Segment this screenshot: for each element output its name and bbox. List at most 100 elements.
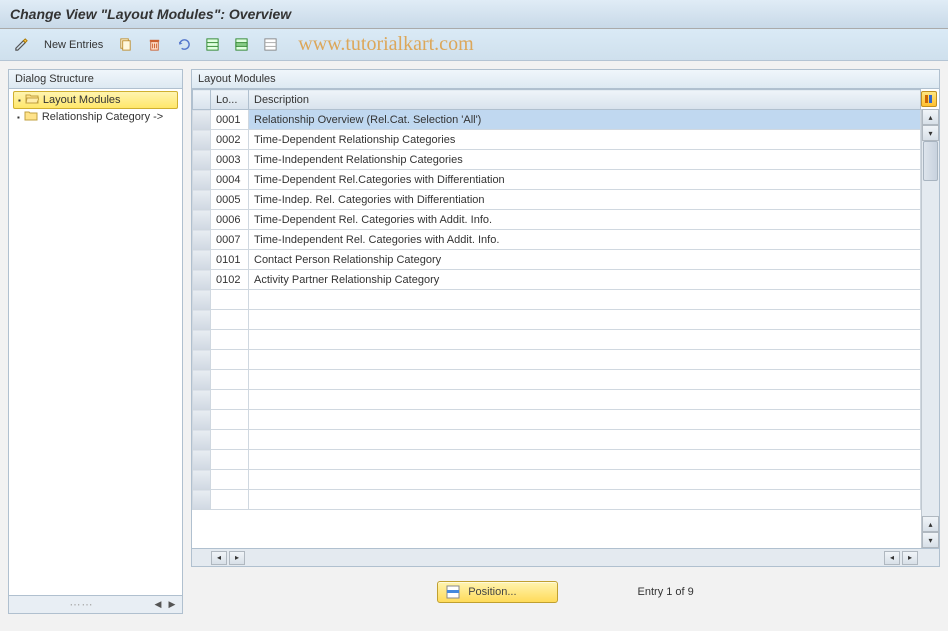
footer-area: Position... Entry 1 of 9: [191, 581, 940, 603]
table-row: [193, 370, 921, 390]
toolbar: New Entries www.tutorialkart.com: [0, 29, 948, 61]
change-mode-icon[interactable]: [8, 34, 35, 55]
folder-closed-icon: [24, 110, 38, 124]
hscroll-left-icon[interactable]: ◀: [152, 599, 164, 611]
watermark-text: www.tutorialkart.com: [298, 33, 473, 56]
select-block-icon[interactable]: [228, 34, 255, 55]
vertical-scrollbar[interactable]: ▴ ▾ ▴ ▾: [921, 109, 939, 548]
row-selector[interactable]: [193, 110, 211, 130]
table-row: [193, 310, 921, 330]
row-selector[interactable]: [193, 330, 211, 350]
cell-lo[interactable]: [211, 470, 249, 490]
row-selector[interactable]: [193, 470, 211, 490]
row-selector[interactable]: [193, 450, 211, 470]
cell-lo[interactable]: [211, 310, 249, 330]
cell-description[interactable]: [249, 290, 921, 310]
cell-lo[interactable]: 0007: [211, 230, 249, 250]
cell-lo[interactable]: [211, 450, 249, 470]
cell-description[interactable]: Time-Independent Relationship Categories: [249, 150, 921, 170]
cell-description[interactable]: Time-Dependent Relationship Categories: [249, 130, 921, 150]
position-button[interactable]: Position...: [437, 581, 557, 603]
row-selector[interactable]: [193, 310, 211, 330]
cell-description[interactable]: Time-Independent Rel. Categories with Ad…: [249, 230, 921, 250]
row-selector[interactable]: [193, 250, 211, 270]
select-all-icon[interactable]: [199, 34, 226, 55]
cell-description[interactable]: [249, 310, 921, 330]
hscroll-left-icon[interactable]: ◂: [884, 551, 900, 565]
row-selector[interactable]: [193, 190, 211, 210]
row-selector[interactable]: [193, 350, 211, 370]
cell-lo[interactable]: 0004: [211, 170, 249, 190]
row-selector[interactable]: [193, 490, 211, 510]
cell-description[interactable]: [249, 490, 921, 510]
new-entries-button[interactable]: New Entries: [37, 35, 110, 55]
tree-item-1[interactable]: ▪Relationship Category ->: [13, 109, 178, 125]
table-row: [193, 350, 921, 370]
cell-lo[interactable]: [211, 410, 249, 430]
cell-description[interactable]: Time-Dependent Rel. Categories with Addi…: [249, 210, 921, 230]
cell-lo[interactable]: 0102: [211, 270, 249, 290]
scroll-track[interactable]: [922, 141, 939, 516]
row-selector[interactable]: [193, 230, 211, 250]
cell-description[interactable]: Time-Indep. Rel. Categories with Differe…: [249, 190, 921, 210]
delete-icon[interactable]: [141, 34, 168, 55]
cell-description[interactable]: Time-Dependent Rel.Categories with Diffe…: [249, 170, 921, 190]
scroll-up-icon[interactable]: ▴: [922, 109, 939, 125]
scroll-down-icon[interactable]: ▾: [922, 532, 939, 548]
cell-lo[interactable]: 0002: [211, 130, 249, 150]
cell-description[interactable]: [249, 330, 921, 350]
table-settings-icon[interactable]: [921, 91, 937, 107]
table-row: [193, 390, 921, 410]
cell-lo[interactable]: [211, 350, 249, 370]
cell-lo[interactable]: [211, 390, 249, 410]
cell-description[interactable]: [249, 350, 921, 370]
cell-lo[interactable]: 0001: [211, 110, 249, 130]
table-row: [193, 290, 921, 310]
hscroll-right-icon[interactable]: ▸: [229, 551, 245, 565]
cell-description[interactable]: [249, 470, 921, 490]
cell-lo[interactable]: [211, 430, 249, 450]
hscroll-right-icon[interactable]: ▶: [166, 599, 178, 611]
scroll-down-icon[interactable]: ▴: [922, 516, 939, 532]
cell-lo[interactable]: 0006: [211, 210, 249, 230]
cell-description[interactable]: Activity Partner Relationship Category: [249, 270, 921, 290]
undo-icon[interactable]: [170, 34, 197, 55]
drag-handle-icon[interactable]: ⋯⋯: [13, 598, 150, 611]
tree-item-0[interactable]: ▪Layout Modules: [13, 91, 178, 109]
cell-lo[interactable]: 0005: [211, 190, 249, 210]
row-selector[interactable]: [193, 170, 211, 190]
cell-description[interactable]: [249, 450, 921, 470]
hscroll-left-icon[interactable]: ◂: [211, 551, 227, 565]
row-selector[interactable]: [193, 130, 211, 150]
table-row: 0001Relationship Overview (Rel.Cat. Sele…: [193, 110, 921, 130]
row-selector[interactable]: [193, 430, 211, 450]
scroll-up-icon[interactable]: ▾: [922, 125, 939, 141]
cell-lo[interactable]: 0003: [211, 150, 249, 170]
column-header-lo[interactable]: Lo...: [211, 90, 249, 110]
row-selector[interactable]: [193, 150, 211, 170]
cell-lo[interactable]: [211, 490, 249, 510]
cell-lo[interactable]: [211, 290, 249, 310]
cell-description[interactable]: [249, 370, 921, 390]
cell-lo[interactable]: [211, 330, 249, 350]
row-selector[interactable]: [193, 290, 211, 310]
hscroll-right-icon[interactable]: ▸: [902, 551, 918, 565]
row-selector[interactable]: [193, 390, 211, 410]
cell-lo[interactable]: [211, 370, 249, 390]
cell-description[interactable]: [249, 430, 921, 450]
scroll-thumb[interactable]: [923, 141, 938, 181]
cell-description[interactable]: Contact Person Relationship Category: [249, 250, 921, 270]
cell-description[interactable]: Relationship Overview (Rel.Cat. Selectio…: [249, 110, 921, 130]
row-selector[interactable]: [193, 410, 211, 430]
row-selector[interactable]: [193, 370, 211, 390]
cell-description[interactable]: [249, 390, 921, 410]
deselect-all-icon[interactable]: [257, 34, 284, 55]
column-select-all[interactable]: [193, 90, 211, 110]
cell-description[interactable]: [249, 410, 921, 430]
row-selector[interactable]: [193, 210, 211, 230]
copy-icon[interactable]: [112, 34, 139, 55]
row-selector[interactable]: [193, 270, 211, 290]
cell-lo[interactable]: 0101: [211, 250, 249, 270]
column-header-description[interactable]: Description: [249, 90, 921, 110]
horizontal-scrollbar[interactable]: ◂ ▸ ◂ ▸: [191, 549, 940, 567]
